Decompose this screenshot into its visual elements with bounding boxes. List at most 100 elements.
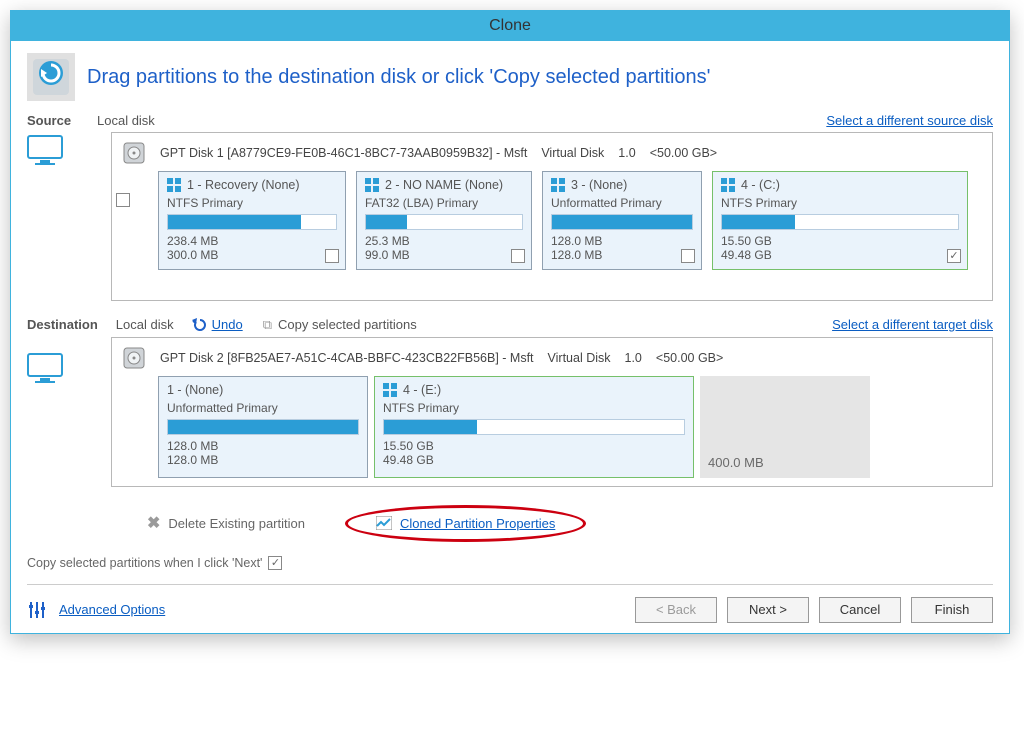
advanced-options-link[interactable]: Advanced Options: [59, 602, 165, 617]
partition-sub: Unformatted Primary: [551, 196, 693, 210]
partition-checkbox[interactable]: [681, 249, 695, 263]
copy-selected-button[interactable]: ⧉ Copy selected partitions: [263, 317, 417, 333]
dest-computer-icon: [27, 353, 63, 385]
source-disk-panel: GPT Disk 1 [A8779CE9-FE0B-46C1-8BC7-73AA…: [111, 132, 993, 301]
partition-used: 128.0 MB: [551, 234, 693, 248]
partition-title: 4 - (C:): [741, 178, 780, 192]
source-partitions: 1 - Recovery (None) NTFS Primary 238.4 M…: [158, 171, 982, 270]
undo-label: Undo: [212, 317, 243, 332]
dest-disk-id: GPT Disk 2 [8FB25AE7-A51C-4CAB-BBFC-423C…: [160, 351, 534, 365]
partition-used: 15.50 GB: [721, 234, 959, 248]
usage-bar: [721, 214, 959, 230]
usage-bar: [551, 214, 693, 230]
usage-bar: [365, 214, 523, 230]
next-button[interactable]: Next >: [727, 597, 809, 623]
delete-partition-button[interactable]: ✖ Delete Existing partition: [147, 513, 305, 533]
partition-total: 49.48 GB: [383, 453, 685, 467]
properties-icon: [376, 516, 392, 530]
cancel-button[interactable]: Cancel: [819, 597, 901, 623]
partition-used: 238.4 MB: [167, 234, 337, 248]
copy-icon: ⧉: [263, 317, 272, 333]
delete-label: Delete Existing partition: [168, 516, 305, 531]
footer: Advanced Options < Back Next > Cancel Fi…: [27, 593, 993, 623]
dest-partitions: 1 - (None) Unformatted Primary 128.0 MB …: [158, 376, 982, 478]
source-disk-id: GPT Disk 1 [A8779CE9-FE0B-46C1-8BC7-73AA…: [160, 146, 527, 160]
copy-selected-label: Copy selected partitions: [278, 317, 417, 332]
partition-sub: NTFS Primary: [167, 196, 337, 210]
drive-icon: [122, 346, 146, 370]
dest-disk-kind: Virtual Disk: [548, 351, 611, 365]
select-different-source-link[interactable]: Select a different source disk: [826, 113, 993, 128]
copy-on-next-checkbox[interactable]: [268, 556, 282, 570]
undo-button[interactable]: Undo: [192, 317, 243, 333]
usage-bar: [167, 419, 359, 435]
undo-icon: [192, 317, 208, 333]
cloned-partition-properties-link[interactable]: Cloned Partition Properties: [400, 516, 555, 531]
highlight-ellipse: Cloned Partition Properties: [345, 505, 586, 542]
partition-total: 300.0 MB: [167, 248, 337, 262]
dest-disk-panel: GPT Disk 2 [8FB25AE7-A51C-4CAB-BBFC-423C…: [111, 337, 993, 487]
partition-title: 1 - Recovery (None): [187, 178, 300, 192]
dest-partition-2[interactable]: 4 - (E:) NTFS Primary 15.50 GB 49.48 GB: [374, 376, 694, 478]
header-row: Drag partitions to the destination disk …: [27, 53, 993, 101]
windows-icon: [551, 178, 565, 192]
partition-used: 25.3 MB: [365, 234, 523, 248]
source-disk-select-checkbox[interactable]: [116, 193, 130, 207]
delete-icon: ✖: [147, 513, 160, 533]
partition-title: 2 - NO NAME (None): [385, 178, 503, 192]
separator: [27, 584, 993, 585]
partition-title: 4 - (E:): [403, 383, 441, 397]
partition-title: 3 - (None): [571, 178, 627, 192]
select-different-target-link[interactable]: Select a different target disk: [832, 317, 993, 332]
copy-on-next-label: Copy selected partitions when I click 'N…: [27, 556, 262, 570]
dest-disk-size: <50.00 GB>: [656, 351, 723, 365]
dest-disk-ver: 1.0: [625, 351, 642, 365]
dest-actions: ✖ Delete Existing partition Cloned Parti…: [147, 505, 993, 542]
source-disk-size: <50.00 GB>: [650, 146, 717, 160]
partition-total: 49.48 GB: [721, 248, 959, 262]
partition-used: 128.0 MB: [167, 439, 359, 453]
partition-total: 99.0 MB: [365, 248, 523, 262]
windows-icon: [383, 383, 397, 397]
dest-label: Destination: [27, 317, 98, 332]
source-disk-type: Local disk: [97, 113, 155, 128]
usage-bar: [383, 419, 685, 435]
source-partition-4[interactable]: 4 - (C:) NTFS Primary 15.50 GB 49.48 GB: [712, 171, 968, 270]
dest-free-space[interactable]: 400.0 MB: [700, 376, 870, 478]
windows-icon: [721, 178, 735, 192]
dest-disk-header: GPT Disk 2 [8FB25AE7-A51C-4CAB-BBFC-423C…: [122, 346, 982, 370]
header-text: Drag partitions to the destination disk …: [87, 66, 711, 89]
source-label: Source: [27, 113, 87, 128]
dest-partition-1[interactable]: 1 - (None) Unformatted Primary 128.0 MB …: [158, 376, 368, 478]
source-partition-2[interactable]: 2 - NO NAME (None) FAT32 (LBA) Primary 2…: [356, 171, 532, 270]
windows-icon: [365, 178, 379, 192]
clone-icon: [27, 53, 75, 101]
source-computer-icon: [27, 135, 63, 167]
source-disk-ver: 1.0: [618, 146, 635, 160]
source-disk-kind: Virtual Disk: [541, 146, 604, 160]
windows-icon: [167, 178, 181, 192]
partition-total: 128.0 MB: [167, 453, 359, 467]
partition-checkbox[interactable]: [511, 249, 525, 263]
source-partition-3[interactable]: 3 - (None) Unformatted Primary 128.0 MB …: [542, 171, 702, 270]
partition-sub: NTFS Primary: [721, 196, 959, 210]
back-button[interactable]: < Back: [635, 597, 717, 623]
partition-checkbox[interactable]: [325, 249, 339, 263]
clone-window: Clone Drag partitions to the destination…: [10, 10, 1010, 634]
partition-sub: Unformatted Primary: [167, 401, 359, 415]
partition-sub: NTFS Primary: [383, 401, 685, 415]
partition-sub: FAT32 (LBA) Primary: [365, 196, 523, 210]
copy-on-next-row: Copy selected partitions when I click 'N…: [27, 556, 989, 570]
sliders-icon: [27, 600, 47, 620]
source-partition-1[interactable]: 1 - Recovery (None) NTFS Primary 238.4 M…: [158, 171, 346, 270]
partition-used: 15.50 GB: [383, 439, 685, 453]
window-title: Clone: [11, 11, 1009, 41]
source-disk-header: GPT Disk 1 [A8779CE9-FE0B-46C1-8BC7-73AA…: [122, 141, 982, 165]
partition-title: 1 - (None): [167, 383, 223, 397]
partition-checkbox[interactable]: [947, 249, 961, 263]
finish-button[interactable]: Finish: [911, 597, 993, 623]
usage-bar: [167, 214, 337, 230]
partition-total: 128.0 MB: [551, 248, 693, 262]
dest-disk-type: Local disk: [116, 317, 174, 332]
free-size: 400.0 MB: [708, 455, 862, 470]
